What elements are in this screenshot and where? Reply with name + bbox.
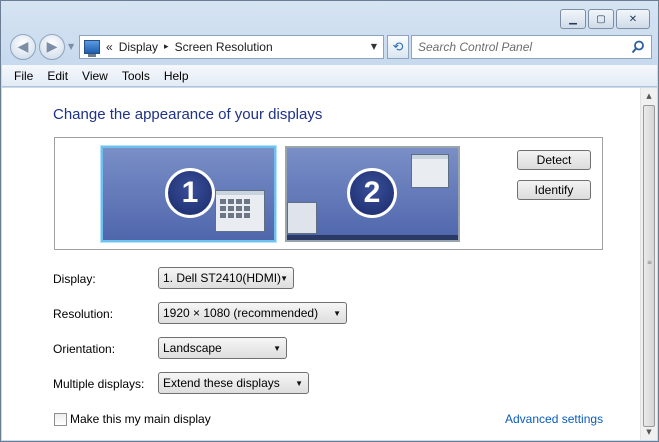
refresh-icon: ⟲ — [392, 39, 404, 55]
page-title: Change the appearance of your displays — [53, 106, 323, 123]
control-panel-icon — [84, 40, 100, 57]
monitor-number-1: 1 — [165, 168, 215, 218]
search-icon[interactable] — [631, 40, 645, 54]
detect-button[interactable]: Detect — [517, 150, 591, 170]
orientation-dropdown[interactable]: Landscape ▼ — [158, 337, 287, 359]
back-arrow-icon: ◀ — [17, 39, 29, 55]
scrollbar-thumb[interactable]: ≡ — [643, 105, 655, 427]
chevron-down-icon: ▼ — [273, 344, 281, 353]
address-row: ◀ ▶ ▼ « Display ▸ Screen Resolution ▼ ⟲ … — [7, 34, 652, 60]
forward-button[interactable]: ▶ — [39, 34, 65, 60]
monitor-1-window-thumbnail — [215, 190, 265, 232]
menu-bar: File Edit View Tools Help — [2, 65, 657, 87]
chevron-down-icon: ▼ — [295, 379, 303, 388]
display-label: Display: — [53, 272, 96, 286]
orientation-label: Orientation: — [53, 342, 116, 356]
menu-tools[interactable]: Tools — [115, 67, 157, 85]
chevron-down-icon: ▼ — [280, 274, 288, 283]
maximize-button[interactable]: ▢ — [588, 9, 614, 29]
close-button[interactable]: ✕ — [616, 9, 650, 29]
caption-buttons: ▁ ▢ ✕ — [560, 9, 650, 29]
main-display-label[interactable]: Make this my main display — [70, 412, 211, 426]
display-dropdown[interactable]: 1. Dell ST2410(HDMI) ▼ — [158, 267, 294, 289]
display-dropdown-value: 1. Dell ST2410(HDMI) — [163, 271, 282, 285]
content-pane: Change the appearance of your displays 1… — [2, 88, 657, 440]
breadcrumb-separator-icon[interactable]: ▸ — [164, 42, 169, 52]
monitor-2-side-window-thumbnail — [287, 202, 317, 234]
main-display-checkbox[interactable] — [54, 413, 67, 426]
monitor-1[interactable]: 1 — [101, 146, 276, 242]
menu-view[interactable]: View — [75, 67, 115, 85]
minimize-icon: ▁ — [569, 13, 577, 25]
minimize-button[interactable]: ▁ — [560, 9, 586, 29]
search-placeholder: Search Control Panel — [418, 40, 533, 54]
scroll-down-icon[interactable]: ▼ — [641, 424, 657, 440]
recent-pages-dropdown-icon[interactable]: ▼ — [68, 42, 74, 51]
resolution-dropdown-value: 1920 × 1080 (recommended) — [163, 306, 319, 320]
vertical-scrollbar[interactable]: ▲ ≡ ▼ — [640, 88, 657, 440]
refresh-button[interactable]: ⟲ — [387, 35, 409, 59]
resolution-dropdown[interactable]: 1920 × 1080 (recommended) ▼ — [158, 302, 347, 324]
address-bar[interactable]: « Display ▸ Screen Resolution ▼ — [79, 35, 384, 59]
breadcrumb-screen-resolution[interactable]: Screen Resolution — [175, 40, 273, 54]
grip-icon: ≡ — [647, 259, 653, 266]
back-button[interactable]: ◀ — [10, 34, 36, 60]
forward-arrow-icon: ▶ — [46, 39, 58, 55]
close-icon: ✕ — [628, 13, 638, 25]
breadcrumb-display[interactable]: Display — [119, 40, 158, 54]
identify-button[interactable]: Identify — [517, 180, 591, 200]
orientation-dropdown-value: Landscape — [163, 341, 222, 355]
search-box[interactable]: Search Control Panel — [411, 35, 652, 59]
breadcrumb-overflow[interactable]: « — [106, 40, 113, 54]
resolution-label: Resolution: — [53, 307, 114, 321]
advanced-settings-link[interactable]: Advanced settings — [505, 412, 603, 426]
maximize-icon: ▢ — [596, 13, 606, 25]
chevron-down-icon: ▼ — [333, 309, 341, 318]
multiple-displays-dropdown[interactable]: Extend these displays ▼ — [158, 372, 309, 394]
scroll-up-icon[interactable]: ▲ — [641, 88, 657, 104]
multiple-displays-dropdown-value: Extend these displays — [163, 376, 280, 390]
monitor-2-window-thumbnail — [411, 154, 449, 188]
address-dropdown-icon[interactable]: ▼ — [371, 42, 377, 51]
menu-file[interactable]: File — [7, 67, 40, 85]
monitor-2-taskbar — [287, 235, 458, 240]
monitor-number-2: 2 — [347, 168, 397, 218]
multiple-displays-label: Multiple displays: — [53, 377, 145, 391]
screen-resolution-window: ▁ ▢ ✕ ◀ ▶ ▼ « Display ▸ Screen Resolutio… — [0, 0, 659, 442]
display-arrangement: 1 2 Detect Identify — [54, 137, 603, 250]
menu-edit[interactable]: Edit — [40, 67, 75, 85]
monitor-2[interactable]: 2 — [285, 146, 460, 242]
menu-help[interactable]: Help — [157, 67, 196, 85]
